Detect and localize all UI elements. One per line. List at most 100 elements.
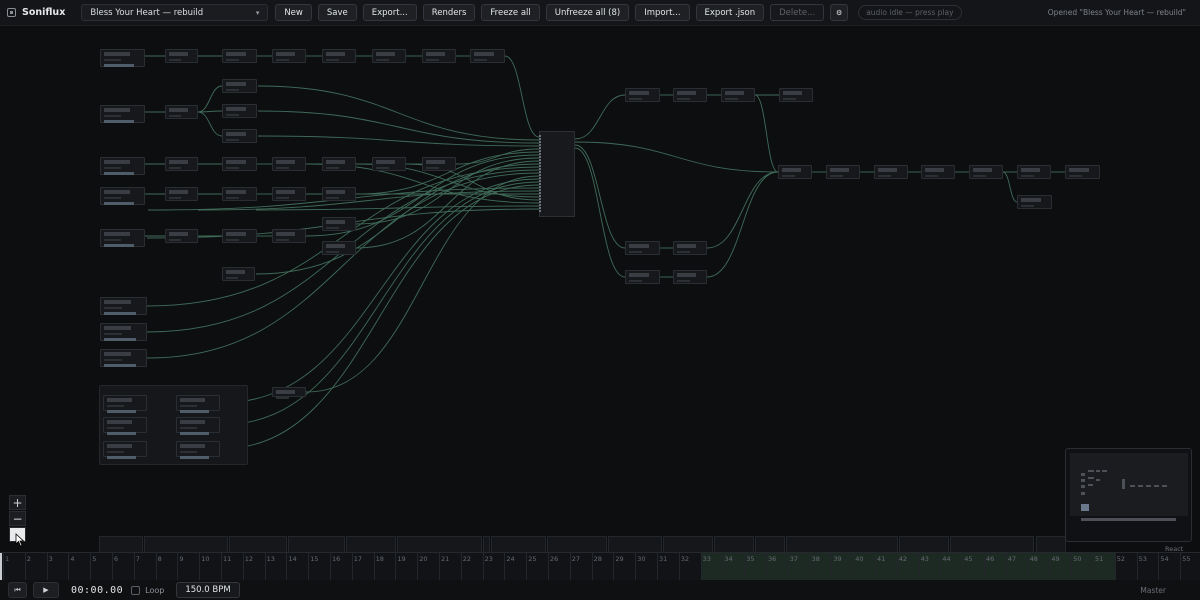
graph-node[interactable] [222, 129, 257, 143]
graph-node[interactable] [100, 297, 147, 315]
graph-node[interactable] [921, 165, 955, 179]
graph-node[interactable] [176, 417, 220, 435]
arrangement-clip[interactable] [899, 536, 949, 552]
graph-node[interactable] [100, 349, 147, 367]
graph-node[interactable] [165, 49, 198, 63]
graph-node[interactable] [673, 88, 707, 102]
arrangement-clip[interactable] [288, 536, 345, 552]
bpm-field[interactable]: 150.0 BPM [176, 582, 240, 598]
graph-node[interactable] [673, 241, 707, 255]
graph-node[interactable] [100, 105, 145, 123]
arrangement-clip[interactable] [950, 536, 1034, 552]
bar-tick [504, 553, 506, 581]
graph-node[interactable] [165, 105, 198, 119]
bar-number: 13 [266, 555, 275, 563]
graph-node[interactable] [778, 165, 812, 179]
graph-node[interactable] [272, 157, 306, 171]
graph-node[interactable] [1065, 165, 1100, 179]
graph-node[interactable] [372, 157, 406, 171]
graph-node[interactable] [176, 395, 220, 413]
graph-node[interactable] [673, 270, 707, 284]
arrangement-clip[interactable] [608, 536, 662, 552]
loop-checkbox[interactable] [131, 585, 141, 595]
timeline-ruler[interactable]: 1 2 3 4 5 6 7 8 9 10 11 12 13 14 15 16 17 18 19 20 21 22 23 24 2… [0, 552, 1200, 581]
graph-node[interactable] [222, 79, 257, 93]
graph-node[interactable] [322, 157, 356, 171]
graph-node[interactable] [222, 157, 257, 171]
graph-node[interactable] [625, 88, 660, 102]
graph-node[interactable] [422, 49, 456, 63]
freeze-all-button[interactable]: Freeze all [481, 4, 540, 21]
arrangement-clip[interactable] [144, 536, 228, 552]
graph-node[interactable] [625, 270, 660, 284]
graph-node[interactable] [100, 229, 145, 247]
arrangement-clip[interactable] [99, 536, 143, 552]
bar-tick [569, 553, 571, 581]
delete-button[interactable]: Delete... [770, 4, 825, 21]
graph-node[interactable] [1017, 165, 1051, 179]
arrangement-clip[interactable] [491, 536, 546, 552]
graph-node[interactable] [372, 49, 406, 63]
import-button[interactable]: Import... [635, 4, 690, 21]
minimap[interactable] [1065, 448, 1192, 542]
graph-node[interactable] [422, 157, 456, 171]
graph-node[interactable] [779, 88, 813, 102]
graph-node[interactable] [100, 187, 145, 205]
gear-icon[interactable]: ⚙ [830, 4, 849, 21]
graph-node[interactable] [272, 387, 306, 399]
new-button[interactable]: New [275, 4, 312, 21]
arrangement-clip[interactable] [229, 536, 287, 552]
arrangement-clip[interactable] [663, 536, 713, 552]
export-button[interactable]: Export... [362, 4, 417, 21]
graph-node[interactable] [272, 49, 306, 63]
graph-node[interactable] [165, 187, 198, 201]
graph-node[interactable] [969, 165, 1003, 179]
graph-node[interactable] [322, 49, 356, 63]
arrangement-clip[interactable] [755, 536, 785, 552]
graph-node[interactable] [100, 323, 147, 341]
graph-node[interactable] [222, 267, 255, 281]
arrangement-clip[interactable] [786, 536, 898, 552]
graph-node[interactable] [322, 187, 356, 201]
graph-node[interactable] [103, 417, 147, 435]
graph-node[interactable] [222, 104, 257, 118]
arrangement-clip[interactable] [346, 536, 396, 552]
graph-node[interactable] [721, 88, 755, 102]
graph-node[interactable] [176, 441, 220, 459]
play-icon[interactable]: ▶ [33, 582, 59, 598]
graph-node[interactable] [625, 241, 660, 255]
graph-node[interactable] [322, 217, 356, 231]
zoom-in-button[interactable]: + [9, 495, 26, 510]
arrangement-clip[interactable] [397, 536, 482, 552]
zoom-out-button[interactable]: − [9, 511, 26, 526]
graph-node[interactable] [874, 165, 908, 179]
project-select[interactable]: Bless Your Heart — rebuild ▾ [81, 4, 269, 21]
graph-node[interactable] [222, 187, 257, 201]
graph-node[interactable] [103, 395, 147, 413]
graph-node[interactable] [103, 441, 147, 459]
arrangement-clip[interactable] [547, 536, 607, 552]
graph-node[interactable] [100, 157, 145, 175]
graph-node[interactable] [322, 241, 356, 255]
graph-node[interactable] [272, 229, 306, 243]
graph-node[interactable] [222, 49, 257, 63]
graph-node[interactable] [470, 49, 505, 63]
graph-node[interactable] [826, 165, 860, 179]
graph-node[interactable] [272, 187, 306, 201]
arrangement-clip[interactable] [714, 536, 754, 552]
graph-node[interactable] [1017, 195, 1052, 209]
renders-button[interactable]: Renders [422, 4, 476, 21]
rewind-icon[interactable]: ⏮ [8, 582, 27, 598]
graph-node[interactable] [165, 157, 198, 171]
mixer-node[interactable] [539, 131, 575, 217]
export-json-button[interactable]: Export .json [695, 4, 765, 21]
arrangement-clip[interactable] [483, 536, 490, 552]
node-graph-canvas[interactable]: + − [0, 27, 1200, 552]
save-button[interactable]: Save [317, 4, 357, 21]
graph-node[interactable] [165, 229, 198, 243]
arrangement-clip[interactable] [1036, 536, 1066, 552]
unfreeze-all-button[interactable]: Unfreeze all (8) [545, 4, 630, 21]
playhead[interactable] [0, 553, 2, 581]
graph-node[interactable] [222, 229, 257, 243]
graph-node[interactable] [100, 49, 145, 67]
